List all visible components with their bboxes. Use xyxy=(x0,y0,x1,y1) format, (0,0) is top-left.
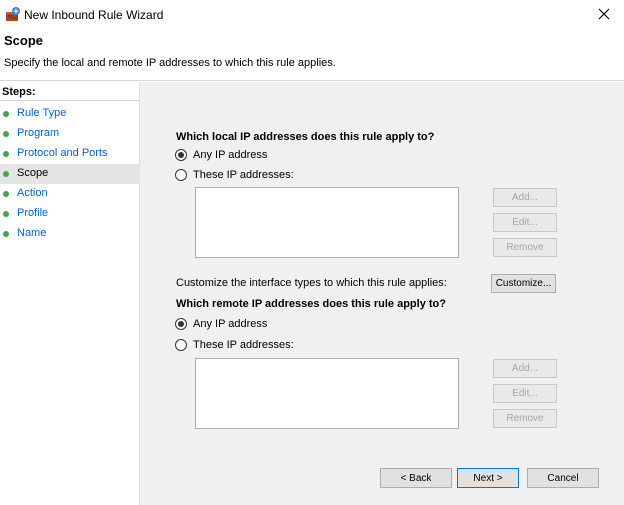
page-subtitle: Specify the local and remote IP addresse… xyxy=(4,57,336,69)
local-these-ip-radio[interactable] xyxy=(175,169,187,181)
local-these-ip-option[interactable]: These IP addresses: xyxy=(175,167,294,183)
local-remove-button[interactable]: Remove xyxy=(493,238,557,257)
local-any-ip-label: Any IP address xyxy=(193,149,268,161)
firewall-wizard-icon xyxy=(5,6,21,22)
step-label: Profile xyxy=(17,207,49,219)
back-button[interactable]: < Back xyxy=(380,468,452,488)
remote-any-ip-option[interactable]: Any IP address xyxy=(175,316,267,332)
remote-these-ip-label: These IP addresses: xyxy=(193,339,294,351)
step-program[interactable]: Program xyxy=(0,124,140,144)
steps-divider xyxy=(0,100,140,101)
step-status-icon xyxy=(3,231,9,237)
remote-edit-button[interactable]: Edit... xyxy=(493,384,557,403)
remote-these-ip-option[interactable]: These IP addresses: xyxy=(175,337,294,353)
step-profile[interactable]: Profile xyxy=(0,204,140,224)
remote-ip-question: Which remote IP addresses does this rule… xyxy=(176,298,446,310)
step-label: Scope xyxy=(17,167,49,179)
step-label: Protocol and Ports xyxy=(17,147,108,159)
wizard-header: Scope Specify the local and remote IP ad… xyxy=(0,28,624,81)
step-protocol-and-ports[interactable]: Protocol and Ports xyxy=(0,144,140,164)
step-rule-type[interactable]: Rule Type xyxy=(0,104,140,124)
cancel-button[interactable]: Cancel xyxy=(527,468,599,488)
steps-label: Steps: xyxy=(2,86,36,98)
local-ip-question: Which local IP addresses does this rule … xyxy=(176,131,435,143)
close-icon xyxy=(598,8,610,20)
page-title: Scope xyxy=(4,33,44,48)
local-these-ip-label: These IP addresses: xyxy=(193,169,294,181)
local-edit-button[interactable]: Edit... xyxy=(493,213,557,232)
step-status-icon xyxy=(3,211,9,217)
steps-panel: Steps: Rule Type Program Protocol and Po… xyxy=(0,82,140,505)
next-button[interactable]: Next > xyxy=(457,468,519,488)
step-action[interactable]: Action xyxy=(0,184,140,204)
remote-ip-list[interactable] xyxy=(195,358,459,429)
step-name[interactable]: Name xyxy=(0,224,140,244)
step-status-icon xyxy=(3,171,9,177)
remote-remove-button[interactable]: Remove xyxy=(493,409,557,428)
step-status-icon xyxy=(3,131,9,137)
window-title: New Inbound Rule Wizard xyxy=(24,8,164,22)
remote-any-ip-label: Any IP address xyxy=(193,318,268,330)
step-label: Action xyxy=(17,187,48,199)
interface-types-text: Customize the interface types to which t… xyxy=(176,277,447,289)
title-bar: New Inbound Rule Wizard xyxy=(0,0,624,28)
step-status-icon xyxy=(3,111,9,117)
local-any-ip-radio[interactable] xyxy=(175,149,187,161)
local-ip-list[interactable] xyxy=(195,187,459,258)
local-add-button[interactable]: Add... xyxy=(493,188,557,207)
step-label: Program xyxy=(17,127,60,139)
close-button[interactable] xyxy=(584,0,624,28)
step-label: Rule Type xyxy=(17,107,67,119)
remote-these-ip-radio[interactable] xyxy=(175,339,187,351)
step-label: Name xyxy=(17,227,47,239)
local-any-ip-option[interactable]: Any IP address xyxy=(175,147,267,163)
remote-add-button[interactable]: Add... xyxy=(493,359,557,378)
step-scope[interactable]: Scope xyxy=(0,164,140,184)
step-status-icon xyxy=(3,151,9,157)
remote-any-ip-radio[interactable] xyxy=(175,318,187,330)
step-status-icon xyxy=(3,191,9,197)
customize-button[interactable]: Customize... xyxy=(491,274,556,293)
